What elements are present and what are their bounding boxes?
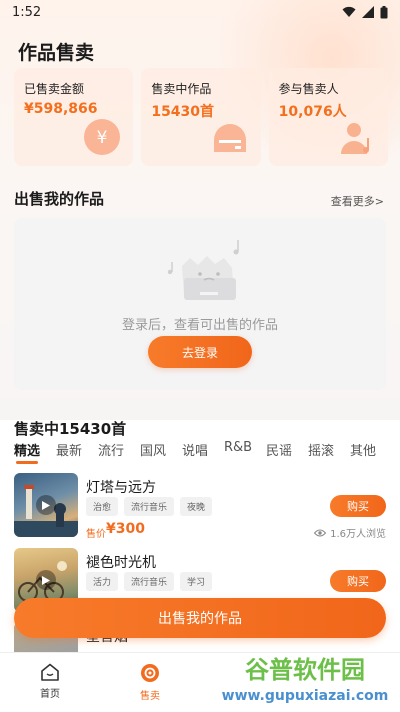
list-item[interactable]: 灯塔与远方 治愈 流行音乐 夜晚 售价 ¥300 购买 1.6万人浏览 [14,473,386,543]
wifi-icon [342,6,356,17]
nav-home[interactable]: 首页 [0,653,100,712]
status-time: 1:52 [12,4,42,20]
sell-my-works-button[interactable]: 出售我的作品 [14,598,386,638]
my-works-title: 出售我的作品 [14,190,105,208]
category-tabs: 精选 最新 流行 国风 说唱 R&B 民谣 摇滚 其他 [0,440,400,468]
song-tags: 治愈 流行音乐 夜晚 [86,497,213,516]
tab-underline [16,461,38,464]
tab-label: 国风 [140,444,167,459]
nav-label: 售卖 [140,691,160,702]
tab-label: 其他 [350,444,377,459]
tag: 流行音乐 [124,572,175,591]
play-icon[interactable] [36,495,56,515]
song-title: 褪色时光机 [86,555,156,571]
tab-selected[interactable]: 精选 [14,440,56,468]
tab-label: 摇滚 [308,444,335,459]
nav-sell[interactable]: 售卖 [100,653,200,712]
song-cover[interactable] [14,473,78,537]
song-tags: 活力 流行音乐 学习 [86,572,213,591]
svg-text:¥: ¥ [97,128,108,148]
login-button[interactable]: 去登录 [148,336,252,368]
tab-latest[interactable]: 最新 [56,440,98,468]
stat-card-participants: 参与售卖人 10,076人 [268,68,388,166]
tab-label: 民谣 [266,444,293,459]
stat-label: 参与售卖人 [278,82,339,96]
view-count: 1.6万人浏览 [314,525,386,540]
nav-label: 首页 [40,689,60,700]
view-count-text: 1.6万人浏览 [330,529,386,540]
stat-value: ¥598,866 [24,101,98,117]
tab-label: 流行 [98,444,125,459]
tab-rnb[interactable]: R&B [224,440,266,468]
tab-other[interactable]: 其他 [350,440,392,468]
on-sale-title: 售卖中15430首 [14,420,127,438]
yen-icon: ¥ [84,119,121,155]
signal-icon [362,6,374,18]
tab-chinese-style[interactable]: 国风 [140,440,182,468]
stat-card-sold-amount: 已售卖金额 ¥598,866 ¥ [14,68,134,166]
empty-state-text: 登录后，查看可出售的作品 [121,318,278,333]
record-player-icon [213,124,246,152]
stat-label: 售卖中作品 [151,82,212,96]
price-label: 售价 [86,529,106,540]
tab-label: R&B [224,440,253,455]
tab-label: 说唱 [182,444,209,459]
price-value: ¥300 [106,521,145,537]
stat-card-on-sale: 售卖中作品 15430首 [141,68,261,166]
bottom-nav: 首页 售卖 [0,652,400,712]
empty-state-panel: 登录后，查看可出售的作品 去登录 [14,218,386,390]
buy-button[interactable]: 购买 [330,495,386,517]
tag: 夜晚 [180,497,213,516]
tag: 活力 [86,572,119,591]
tab-rap[interactable]: 说唱 [182,440,224,468]
tab-rock[interactable]: 摇滚 [308,440,350,468]
stats-row: 已售卖金额 ¥598,866 ¥ 售卖中作品 15430首 参与售卖人 10,0… [14,68,388,166]
song-title: 灯塔与远方 [86,480,156,496]
tag: 学习 [180,572,213,591]
eye-icon [314,529,327,536]
view-more-link[interactable]: 查看更多> [331,193,384,209]
tab-label: 精选 [14,444,41,459]
tab-folk[interactable]: 民谣 [266,440,308,468]
tag: 治愈 [86,497,119,516]
tab-label: 最新 [56,444,83,459]
home-icon [41,663,59,681]
stat-label: 已售卖金额 [24,82,85,96]
buy-button[interactable]: 购买 [330,570,386,592]
person-music-icon [340,123,369,154]
tag: 流行音乐 [124,497,175,516]
page-title: 作品售卖 [18,42,95,64]
play-icon[interactable] [36,570,56,590]
status-bar: 1:52 [0,0,400,24]
empty-music-box-icon [167,240,239,300]
sell-icon [141,664,159,682]
tab-pop[interactable]: 流行 [98,440,140,468]
battery-icon [380,5,388,18]
